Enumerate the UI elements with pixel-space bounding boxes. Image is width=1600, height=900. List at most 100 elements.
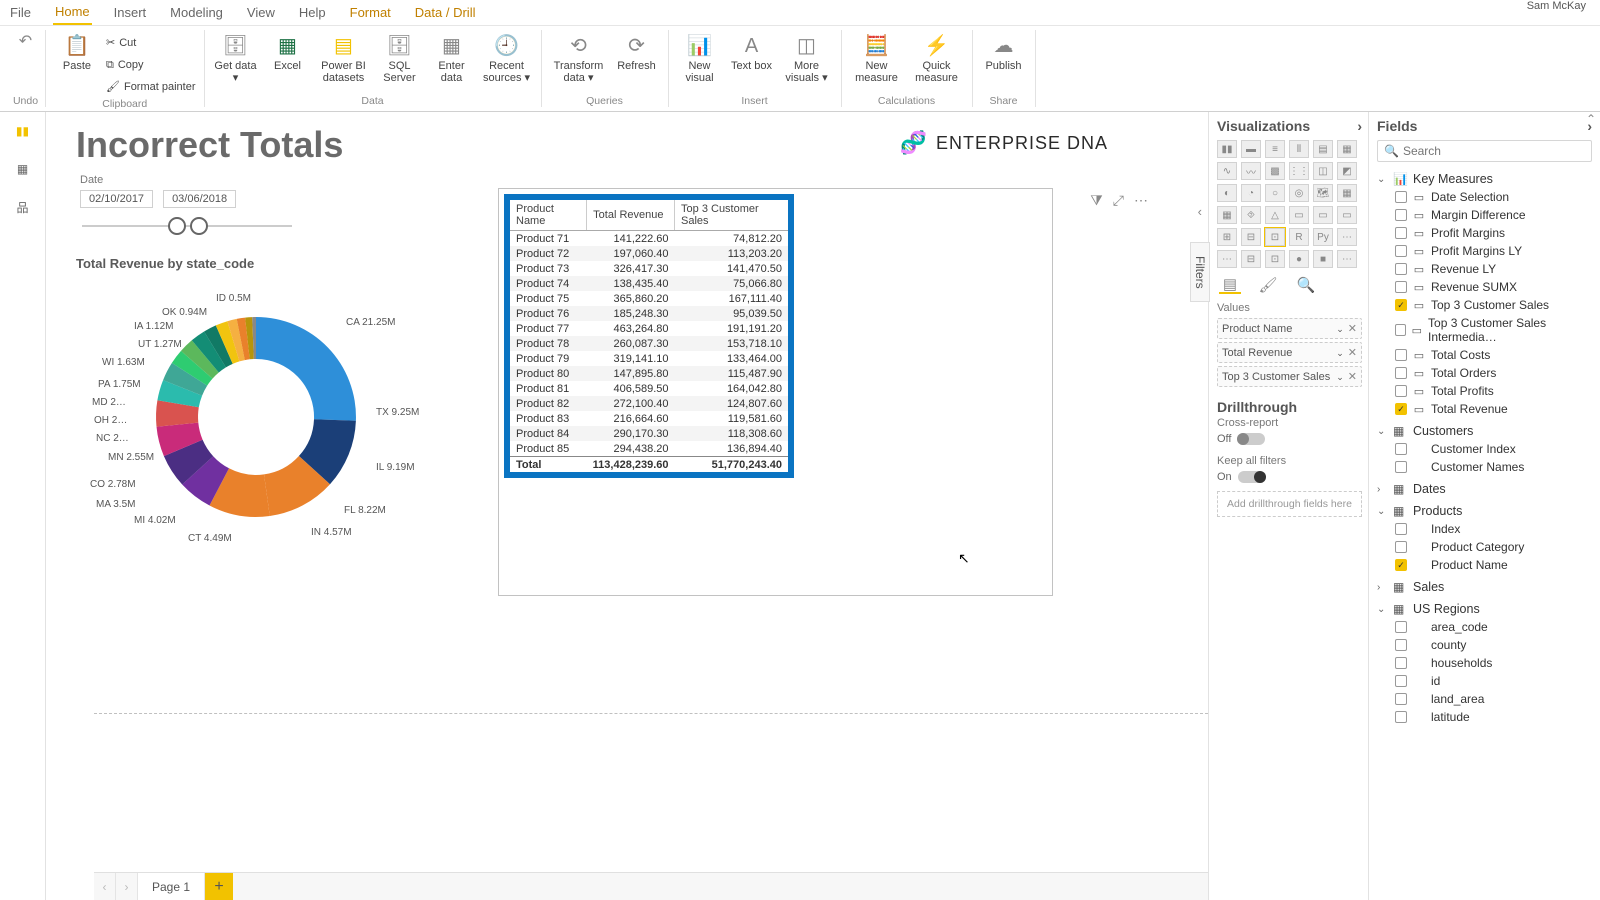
copy-button[interactable]: ⧉ Copy — [106, 54, 196, 74]
field-item[interactable]: Customer Index — [1377, 440, 1592, 458]
table-row[interactable]: Product 81406,589.50164,042.80 — [510, 381, 788, 396]
sql-server-button[interactable]: 🗄SQL Server — [377, 30, 423, 84]
date-from-input[interactable]: 02/10/2017 — [80, 190, 153, 208]
viz-type-28[interactable]: Py — [1313, 228, 1333, 246]
field-table-header[interactable]: ⌄📊Key Measures — [1377, 170, 1592, 188]
table-row[interactable]: Product 73326,417.30141,470.50 — [510, 261, 788, 276]
field-item[interactable]: ▭Total Costs — [1377, 346, 1592, 364]
table-row[interactable]: Product 72197,060.40113,203.20 — [510, 246, 788, 261]
refresh-button[interactable]: ⟳Refresh — [614, 30, 660, 72]
pbi-datasets-button[interactable]: ▤Power BI datasets — [317, 30, 371, 84]
format-tab-icon[interactable]: 🖌 — [1257, 276, 1279, 294]
field-checkbox[interactable] — [1395, 227, 1407, 239]
field-item[interactable]: ▭Revenue SUMX — [1377, 278, 1592, 296]
field-table-header[interactable]: ›▦Sales — [1377, 578, 1592, 596]
fields-search-input[interactable] — [1403, 144, 1585, 158]
viz-type-27[interactable]: R — [1289, 228, 1309, 246]
table-row[interactable]: Product 71141,222.6074,812.20 — [510, 231, 788, 247]
viz-type-1[interactable]: ▬ — [1241, 140, 1261, 158]
new-visual-button[interactable]: 📊New visual — [677, 30, 723, 84]
field-checkbox[interactable]: ✓ — [1395, 559, 1407, 571]
viz-type-17[interactable]: ▦ — [1337, 184, 1357, 202]
table-visual[interactable]: Product NameTotal RevenueTop 3 Customer … — [504, 194, 794, 478]
viz-type-8[interactable]: ▩ — [1265, 162, 1285, 180]
field-item[interactable]: households — [1377, 654, 1592, 672]
drillthrough-drop[interactable]: Add drillthrough fields here — [1217, 491, 1362, 517]
data-view-button[interactable]: ▦ — [12, 158, 34, 180]
field-item[interactable]: ✓▭Top 3 Customer Sales — [1377, 296, 1592, 314]
field-item[interactable]: Customer Names — [1377, 458, 1592, 476]
table-row[interactable]: Product 79319,141.10133,464.00 — [510, 351, 788, 366]
more-options-icon[interactable]: ⋯ — [1134, 192, 1148, 209]
analytics-tab-icon[interactable]: 🔍 — [1295, 276, 1317, 294]
table-row[interactable]: Product 84290,170.30118,308.60 — [510, 426, 788, 441]
table-row[interactable]: Product 78260,087.30153,718.10 — [510, 336, 788, 351]
field-table-header[interactable]: ›▦Dates — [1377, 480, 1592, 498]
page-tab[interactable]: Page 1 — [138, 873, 205, 900]
viz-type-24[interactable]: ⊞ — [1217, 228, 1237, 246]
focus-icon[interactable]: ⤢ — [1113, 192, 1124, 209]
viz-type-7[interactable]: 〰 — [1241, 162, 1261, 180]
viz-type-19[interactable]: ⯑ — [1241, 206, 1261, 224]
viz-type-26[interactable]: ⊡ — [1265, 228, 1285, 246]
field-checkbox[interactable]: ✓ — [1395, 403, 1407, 415]
viz-type-23[interactable]: ▭ — [1337, 206, 1357, 224]
menu-data-drill[interactable]: Data / Drill — [413, 1, 478, 24]
menu-modeling[interactable]: Modeling — [168, 1, 225, 24]
viz-type-2[interactable]: ≡ — [1265, 140, 1285, 158]
fields-tab-icon[interactable]: ▤ — [1219, 276, 1241, 294]
filters-pane-toggle[interactable]: Filters — [1190, 242, 1210, 302]
field-checkbox[interactable] — [1395, 245, 1407, 257]
fields-pane-collapse-icon[interactable]: › — [1587, 118, 1592, 134]
viz-type-18[interactable]: ▦ — [1217, 206, 1237, 224]
cut-button[interactable]: ✂ Cut — [106, 32, 196, 52]
table-row[interactable]: Product 76185,248.3095,039.50 — [510, 306, 788, 321]
table-row[interactable]: Product 82272,100.40124,807.60 — [510, 396, 788, 411]
field-checkbox[interactable] — [1395, 541, 1407, 553]
field-checkbox[interactable] — [1395, 621, 1407, 633]
viz-type-20[interactable]: △ — [1265, 206, 1285, 224]
viz-type-29[interactable]: ⋯ — [1337, 228, 1357, 246]
field-well[interactable]: Product Name⌄✕ — [1217, 318, 1362, 339]
field-checkbox[interactable] — [1395, 281, 1407, 293]
field-checkbox[interactable] — [1395, 191, 1407, 203]
cross-report-toggle[interactable] — [1237, 433, 1265, 445]
field-checkbox[interactable] — [1395, 657, 1407, 669]
filters-collapse-icon[interactable]: ‹ — [1198, 204, 1202, 219]
filter-icon[interactable]: ⧩ — [1090, 192, 1103, 209]
table-row[interactable]: Product 83216,664.60119,581.60 — [510, 411, 788, 426]
column-header[interactable]: Top 3 Customer Sales — [675, 200, 788, 231]
viz-type-22[interactable]: ▭ — [1313, 206, 1333, 224]
viz-type-21[interactable]: ▭ — [1289, 206, 1309, 224]
field-item[interactable]: county — [1377, 636, 1592, 654]
field-checkbox[interactable] — [1395, 523, 1407, 535]
field-table-header[interactable]: ⌄▦Products — [1377, 502, 1592, 520]
field-checkbox[interactable] — [1395, 639, 1407, 651]
field-checkbox[interactable] — [1395, 711, 1407, 723]
menu-insert[interactable]: Insert — [112, 1, 149, 24]
viz-type-10[interactable]: ◫ — [1313, 162, 1333, 180]
fields-search[interactable]: 🔍 — [1377, 140, 1592, 162]
table-row[interactable]: Product 77463,264.80191,191.20 — [510, 321, 788, 336]
model-view-button[interactable]: 品 — [12, 196, 34, 218]
viz-type-5[interactable]: ▦ — [1337, 140, 1357, 158]
viz-type-3[interactable]: ⫴ — [1289, 140, 1309, 158]
add-page-button[interactable]: + — [205, 873, 233, 900]
table-row[interactable]: Product 80147,895.80115,487.90 — [510, 366, 788, 381]
viz-pane-collapse-icon[interactable]: › — [1357, 118, 1362, 134]
field-item[interactable]: area_code — [1377, 618, 1592, 636]
viz-type-6[interactable]: ∿ — [1217, 162, 1237, 180]
menu-help[interactable]: Help — [297, 1, 328, 24]
column-header[interactable]: Total Revenue — [587, 200, 675, 231]
remove-field-icon[interactable]: ✕ — [1344, 371, 1357, 383]
paste-button[interactable]: 📋Paste — [54, 30, 100, 72]
format-painter-button[interactable]: 🖌 Format painter — [106, 76, 196, 96]
viz-type-9[interactable]: ⋮⋮ — [1289, 162, 1309, 180]
field-checkbox[interactable] — [1395, 693, 1407, 705]
text-box-button[interactable]: AText box — [729, 30, 775, 72]
field-item[interactable]: ▭Profit Margins LY — [1377, 242, 1592, 260]
page-next-button[interactable]: › — [116, 873, 138, 900]
field-checkbox[interactable] — [1395, 209, 1407, 221]
publish-button[interactable]: ☁Publish — [981, 30, 1027, 72]
viz-type-25[interactable]: ⊟ — [1241, 228, 1261, 246]
